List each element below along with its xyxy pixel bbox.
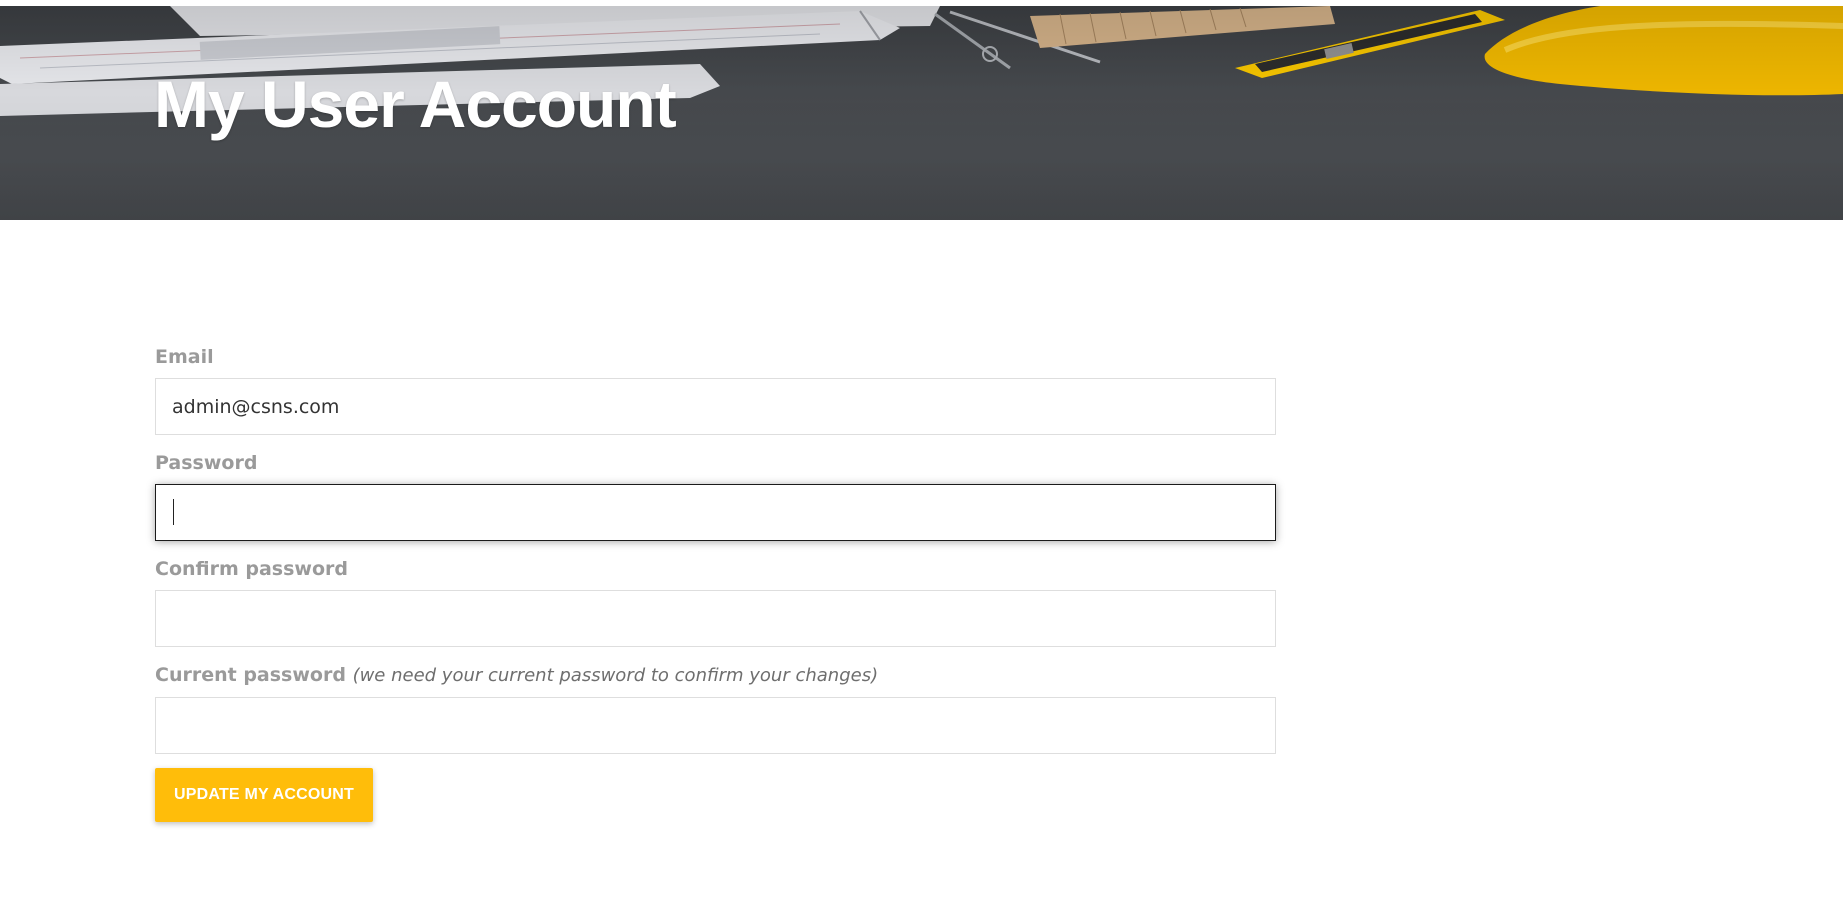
confirm-password-label: Confirm password [155,558,349,580]
current-password-hint: (we need your current password to confir… [352,665,879,686]
account-form: Email Password Confirm password Current … [155,345,1276,822]
current-password-label: Current password (we need your current p… [155,663,1276,688]
current-password-label-text: Current password [155,664,346,686]
hero-banner: My User Account [0,6,1843,220]
password-label: Password [155,452,258,474]
password-field-wrapper [155,484,1276,541]
page-title: My User Account [154,67,677,141]
email-field[interactable] [155,378,1276,435]
current-password-field[interactable] [155,697,1276,754]
password-field[interactable] [155,484,1276,541]
email-label: Email [155,346,214,368]
confirm-password-field[interactable] [155,590,1276,647]
update-account-button[interactable]: UPDATE MY ACCOUNT [155,768,373,822]
text-cursor [173,499,174,525]
